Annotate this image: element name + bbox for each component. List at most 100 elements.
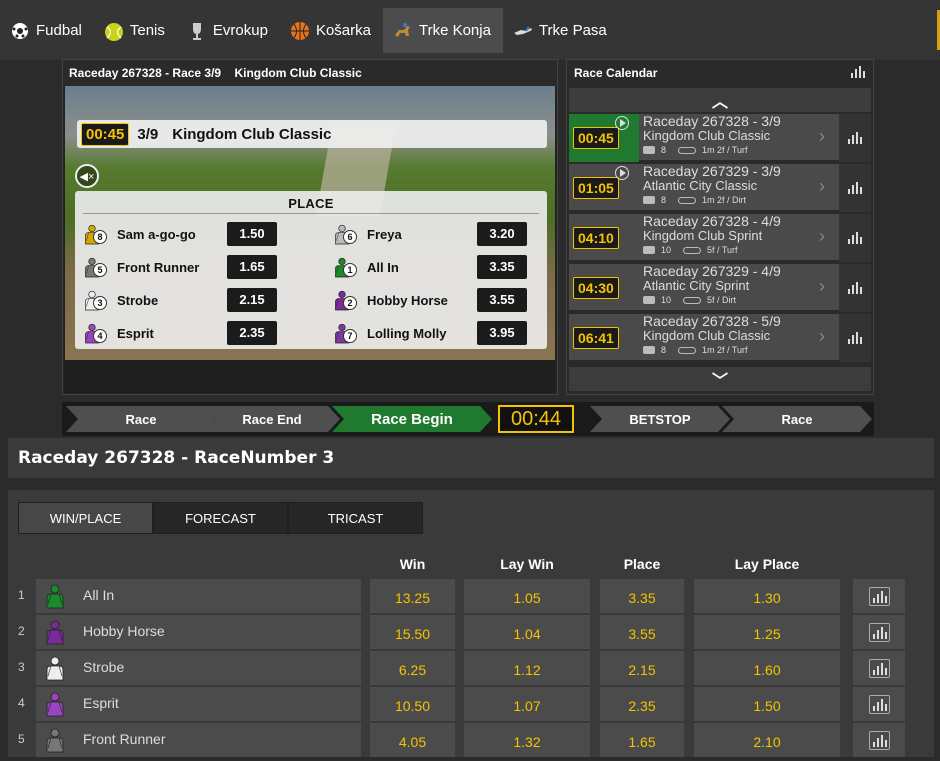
nav-item-tenis[interactable]: Tenis <box>94 8 177 53</box>
odd-lay-win[interactable]: 1.32 <box>464 723 590 757</box>
odd-place[interactable]: 2.35 <box>600 687 684 721</box>
odd-lay-place[interactable]: 1.60 <box>694 651 840 685</box>
stats-button[interactable] <box>839 164 871 212</box>
runner-cell: Strobe <box>36 651 361 685</box>
calendar-item[interactable]: 00:45 Raceday 267328 - 3/9 Kingdom Club Cl… <box>569 113 871 162</box>
nav-label: Fudbal <box>36 22 82 39</box>
place-odd[interactable]: 2.35 <box>227 321 277 345</box>
tab-forecast[interactable]: FORECAST <box>153 502 288 534</box>
tab-tricast[interactable]: TRICAST <box>288 502 423 534</box>
runner-number: 2 <box>343 296 357 310</box>
track-icon <box>683 296 702 304</box>
runner-number: 3 <box>93 296 107 310</box>
nav-item-trke-konja[interactable]: Trke Konja <box>382 8 503 53</box>
horse-icon <box>643 196 655 204</box>
nav-item-trke-pasa[interactable]: Trke Pasa <box>503 8 619 53</box>
top-nav: Fudbal Tenis Evrokup Košarka Trke Konja … <box>0 0 940 60</box>
race-number: 3/9 <box>137 125 159 143</box>
soccer-ball-icon <box>12 22 28 39</box>
odd-place[interactable]: 2.15 <box>600 651 684 685</box>
stats-icon <box>869 587 890 606</box>
mute-icon[interactable]: ◀× <box>75 164 99 188</box>
jockey-silk-icon: 2 <box>333 290 357 311</box>
runner-name: Esprit <box>83 695 119 711</box>
calendar-time-box: 06:41 <box>569 314 639 362</box>
odd-place[interactable]: 3.55 <box>600 615 684 649</box>
calendar-time: 00:45 <box>573 127 619 149</box>
stats-icon[interactable] <box>851 66 865 78</box>
calendar-item[interactable]: 04:10 Raceday 267328 - 4/9 Kingdom Club Sp… <box>569 213 871 262</box>
runner-number: 1 <box>343 263 357 277</box>
countdown-timer: 00:44 <box>498 405 574 433</box>
stats-button[interactable] <box>853 579 905 613</box>
odd-win[interactable]: 10.50 <box>370 687 455 721</box>
stats-button[interactable] <box>839 114 871 162</box>
nav-item-kosarka[interactable]: Košarka <box>280 8 383 53</box>
horse-icon <box>643 246 655 254</box>
stats-button[interactable] <box>853 615 905 649</box>
col-header-lay-place: Lay Place <box>734 556 800 572</box>
calendar-item[interactable]: 01:05 Raceday 267329 - 3/9 Atlantic City C… <box>569 163 871 212</box>
calendar-item[interactable]: 06:41 Raceday 267328 - 5/9 Kingdom Club Cl… <box>569 313 871 362</box>
runner-number: 6 <box>343 230 357 244</box>
odd-lay-place[interactable]: 1.30 <box>694 579 840 613</box>
odd-win[interactable]: 13.25 <box>370 579 455 613</box>
col-header-lay-win: Lay Win <box>500 556 554 572</box>
stats-button[interactable] <box>839 314 871 362</box>
odd-lay-win[interactable]: 1.07 <box>464 687 590 721</box>
odd-lay-place[interactable]: 1.50 <box>694 687 840 721</box>
stats-button[interactable] <box>839 214 871 262</box>
chevron-right-icon: › <box>819 226 825 246</box>
place-odd[interactable]: 2.15 <box>227 288 277 312</box>
odd-place[interactable]: 3.35 <box>600 579 684 613</box>
stats-icon <box>869 659 890 678</box>
tab-win-place[interactable]: WIN/PLACE <box>18 502 153 534</box>
place-odd[interactable]: 3.95 <box>477 321 527 345</box>
nav-item-fudbal[interactable]: Fudbal <box>0 8 94 53</box>
odd-place[interactable]: 1.65 <box>600 723 684 757</box>
step-betstop: BETSTOP <box>590 406 730 432</box>
jockey-silk-icon <box>44 584 66 610</box>
stats-icon <box>848 232 862 244</box>
race-calendar: Race Calendar ︿ 00:45 Raceday 267328 - 3/… <box>566 59 874 395</box>
calendar-up-arrow[interactable]: ︿ <box>569 88 871 112</box>
track-icon <box>678 146 697 154</box>
col-header-win: Win <box>399 556 426 572</box>
odd-lay-win[interactable]: 1.04 <box>464 615 590 649</box>
runner-name: Front Runner <box>83 731 166 747</box>
row-index: 5 <box>18 732 25 746</box>
place-row: 3 Strobe 2.15 <box>83 287 293 313</box>
stats-button[interactable] <box>853 687 905 721</box>
runner-name: All In <box>83 587 115 603</box>
runner-number: 5 <box>93 263 107 277</box>
stats-button[interactable] <box>839 264 871 312</box>
col-header-place: Place <box>623 556 661 572</box>
calendar-item[interactable]: 04:30 Raceday 267329 - 4/9 Atlantic City S… <box>569 263 871 312</box>
odd-win[interactable]: 6.25 <box>370 651 455 685</box>
stats-button[interactable] <box>853 723 905 757</box>
nav-item-evrokup[interactable]: Evrokup <box>177 8 280 53</box>
odd-lay-win[interactable]: 1.05 <box>464 579 590 613</box>
jockey-silk-icon: 8 <box>83 224 107 245</box>
place-odd[interactable]: 3.20 <box>477 222 527 246</box>
stats-icon <box>869 623 890 642</box>
place-odd[interactable]: 3.35 <box>477 255 527 279</box>
place-odd[interactable]: 3.55 <box>477 288 527 312</box>
stats-button[interactable] <box>853 651 905 685</box>
basketball-icon <box>290 21 309 40</box>
place-odd[interactable]: 1.50 <box>227 222 277 246</box>
place-odd[interactable]: 1.65 <box>227 255 277 279</box>
nav-label: Tenis <box>129 22 165 39</box>
odd-lay-place[interactable]: 1.25 <box>694 615 840 649</box>
place-row: 2 Hobby Horse 3.55 <box>333 287 543 313</box>
race-video[interactable]: 00:45 3/9 Kingdom Club Classic ◀× PLACE … <box>65 86 555 360</box>
distance-surface: 1m 2f / Turf <box>702 345 748 355</box>
odd-win[interactable]: 15.50 <box>370 615 455 649</box>
calendar-down-arrow[interactable]: ﹀ <box>569 367 871 391</box>
odd-win[interactable]: 4.05 <box>370 723 455 757</box>
odd-lay-win[interactable]: 1.12 <box>464 651 590 685</box>
jockey-silk-icon: 7 <box>333 323 357 344</box>
calendar-race-title: Raceday 267329 - 4/9 <box>643 263 781 279</box>
runner-cell: All In <box>36 579 361 613</box>
odd-lay-place[interactable]: 2.10 <box>694 723 840 757</box>
